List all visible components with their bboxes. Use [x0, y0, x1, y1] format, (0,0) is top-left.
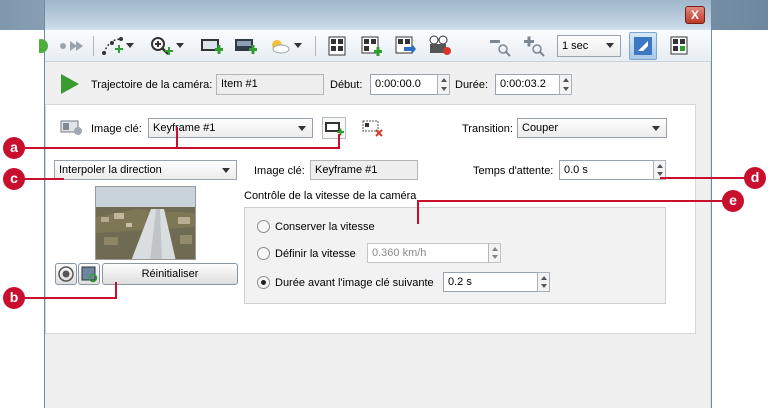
export-keyframe-icon[interactable] — [393, 34, 417, 58]
chevron-down-icon[interactable] — [125, 34, 135, 58]
start-time-spinner[interactable] — [437, 74, 450, 95]
callout-d-leader — [660, 177, 746, 179]
link-view-toggle-icon[interactable] — [629, 32, 657, 60]
callout-a-leader — [176, 127, 178, 149]
zoom-out-icon[interactable] — [487, 34, 513, 58]
step-forward-icon[interactable] — [59, 34, 85, 58]
add-view-keyframe-icon[interactable] — [233, 34, 259, 58]
transition-label: Transition: — [462, 123, 513, 135]
keyframe-label: Image clé: — [91, 123, 142, 135]
zoom-add-icon[interactable] — [149, 34, 175, 58]
keep-speed-label: Conserver la vitesse — [275, 221, 375, 233]
toolbar-separator — [315, 36, 316, 56]
time-step-value: 1 sec — [562, 40, 589, 52]
callout-c-leader — [24, 178, 64, 180]
callout-c: c — [3, 168, 25, 190]
callout-b-leader — [24, 297, 117, 299]
target-button[interactable] — [55, 263, 77, 285]
keyframe-grid-icon[interactable] — [667, 34, 693, 58]
duration-to-next-field[interactable]: 0.2 s — [443, 272, 538, 292]
play-icon[interactable] — [60, 73, 80, 98]
add-path-icon[interactable] — [101, 34, 125, 58]
define-speed-spinner[interactable] — [488, 243, 501, 263]
wait-time-label: Temps d'attente: — [473, 165, 554, 177]
callout-d: d — [744, 167, 766, 189]
callout-b-leader — [115, 282, 117, 298]
add-keyframe-icon[interactable] — [199, 34, 225, 58]
callout-e-leader — [417, 200, 724, 202]
keyframe-camera-icon — [60, 119, 84, 138]
keyframe-list-icon[interactable] — [325, 34, 349, 58]
direction-select-value: Interpoler la direction — [59, 164, 162, 176]
weather-icon[interactable] — [267, 34, 293, 58]
record-video-icon[interactable] — [427, 34, 453, 58]
close-button[interactable]: X — [685, 6, 705, 24]
keyframe-info-field: Keyframe #1 — [310, 160, 418, 180]
camera-path-label: Trajectoire de la caméra: — [91, 79, 213, 91]
duration-field[interactable]: 0:00:03.2 — [495, 74, 560, 95]
refresh-preview-button[interactable] — [78, 263, 100, 285]
chevron-down-icon — [606, 43, 614, 48]
record-icon[interactable] — [39, 34, 53, 58]
define-speed-field[interactable]: 0.360 km/h — [367, 243, 489, 263]
define-speed-radio[interactable] — [257, 247, 270, 260]
time-step-select[interactable]: 1 sec — [557, 35, 621, 57]
chevron-down-icon — [222, 168, 230, 173]
add-keyframe-button[interactable] — [322, 117, 346, 139]
transition-select-value: Couper — [522, 122, 559, 134]
duration-to-next-radio[interactable] — [257, 276, 270, 289]
keyframe-preview-image — [95, 186, 196, 260]
chevron-down-icon — [652, 126, 660, 131]
wait-time-field[interactable]: 0.0 s — [559, 160, 654, 180]
keep-speed-radio[interactable] — [257, 220, 270, 233]
duration-to-next-label: Durée avant l'image clé suivante — [275, 277, 434, 289]
callout-e: e — [722, 190, 744, 212]
duration-label: Durée: — [455, 79, 489, 91]
define-speed-label: Définir la vitesse — [275, 248, 356, 260]
callout-e-leader — [417, 200, 419, 224]
chevron-down-icon — [298, 126, 306, 131]
chevron-down-icon[interactable] — [175, 34, 185, 58]
direction-select[interactable]: Interpoler la direction — [54, 160, 237, 180]
zoom-in-icon[interactable] — [521, 34, 547, 58]
toolbar-separator — [93, 36, 94, 56]
start-time-label: Début: — [330, 79, 363, 91]
speed-control-title: Contrôle de la vitesse de la caméra — [244, 190, 417, 202]
callout-a-leader — [24, 147, 340, 149]
keyframe-select-value: Keyframe #1 — [153, 122, 216, 134]
chevron-down-icon[interactable] — [293, 34, 303, 58]
duration-spinner[interactable] — [559, 74, 572, 95]
delete-keyframe-button[interactable] — [360, 117, 384, 139]
duration-to-next-spinner[interactable] — [537, 272, 550, 292]
transition-select[interactable]: Couper — [517, 118, 667, 138]
camera-path-name-field[interactable]: Item #1 — [216, 74, 324, 95]
start-time-field[interactable]: 0:00:00.0 — [370, 74, 438, 95]
reset-button[interactable]: Réinitialiser — [102, 263, 238, 285]
toolbar: 1 sec — [39, 30, 711, 62]
keyframe-info-label: Image clé: — [254, 165, 305, 177]
callout-a: a — [3, 137, 25, 159]
insert-keyframe-icon[interactable] — [359, 34, 383, 58]
callout-b: b — [3, 287, 25, 309]
keyframe-select[interactable]: Keyframe #1 — [148, 118, 313, 138]
